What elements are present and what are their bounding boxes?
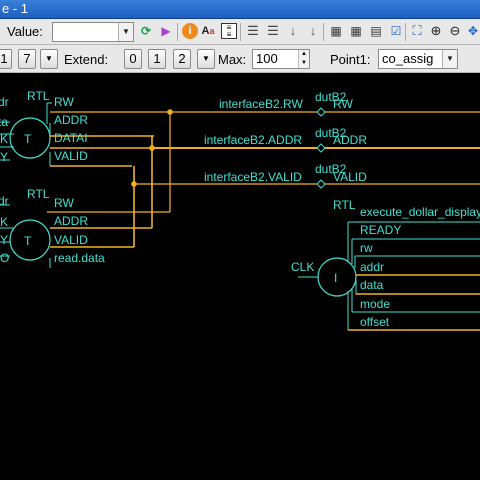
list-alt-icon[interactable]: ☰ — [265, 23, 281, 39]
inst1-port: RW — [54, 95, 74, 109]
window-title: e - 1 — [2, 1, 29, 16]
spin-arrows-icon[interactable]: ▲ ▼ — [298, 50, 309, 68]
inst3-rtl-label: RTL — [333, 198, 356, 212]
checkbox-icon[interactable]: ☑ — [388, 23, 404, 39]
zoom-out-icon[interactable]: ⊖ — [447, 23, 463, 39]
inst3-clk-label: CLK — [291, 260, 314, 274]
inst2-port: VALID — [54, 233, 88, 247]
dut-port-label: VALID — [333, 170, 367, 184]
max-value: 100 — [256, 51, 278, 66]
toolbar-separator — [323, 23, 324, 41]
window-titlebar: e - 1 — [0, 0, 480, 19]
list-icon[interactable]: ☰ — [245, 23, 261, 39]
extend-option-2[interactable]: 2 — [173, 49, 191, 69]
step-a-button[interactable]: 1 — [0, 49, 12, 69]
inst2-rtl-label: RTL — [27, 187, 50, 201]
inst2-port: ADDR — [54, 214, 88, 228]
grid-icon[interactable]: ▤ — [368, 23, 384, 39]
inst1-port: VALID — [54, 149, 88, 163]
chevron-down-icon[interactable]: ▼ — [118, 23, 133, 41]
extend-label: Extend: — [64, 52, 109, 67]
step-b-button[interactable]: 7 — [18, 49, 36, 69]
extend-option-0[interactable]: 0 — [124, 49, 142, 69]
toolbar-separator — [177, 23, 178, 41]
point1-value: co_assig — [382, 51, 434, 66]
inst3-port: addr — [360, 260, 384, 274]
inst2-cut-label: dr — [0, 194, 9, 208]
net-label: interfaceB2.VALID — [204, 170, 302, 184]
extend-option-1[interactable]: 1 — [148, 49, 166, 69]
inst1-port: ADDR — [54, 113, 88, 127]
value-combobox[interactable]: ▼ — [52, 22, 134, 42]
inst3-symbol: I — [334, 271, 337, 285]
inst1-cut-label: Y — [0, 150, 8, 164]
zoom-in-icon[interactable]: ⊕ — [428, 23, 444, 39]
inst1-symbol: T — [24, 132, 32, 146]
toolbar-trace: 1 7 ▼ Extend: 0 1 2 ▼ Max: 100 ▲ ▼ Point1… — [0, 45, 480, 73]
inst3-port: data — [360, 278, 384, 292]
grid-icon[interactable]: ▦ — [328, 23, 344, 39]
dut-port-label: RW — [333, 97, 353, 111]
move-icon[interactable]: ✥ — [465, 23, 480, 39]
inst1-cut-label: ta — [0, 115, 8, 129]
port-diamond — [316, 143, 326, 153]
max-spinbox[interactable]: 100 ▲ ▼ — [252, 49, 310, 69]
inst3-port: execute_dollar_display — [360, 205, 480, 219]
chevron-down-icon[interactable]: ▼ — [442, 50, 457, 68]
net-label: interfaceB2.ADDR — [204, 133, 302, 147]
document-icon[interactable]: ≡ ≡ — [221, 23, 237, 39]
inst1-rtl-label: RTL — [27, 89, 50, 103]
point1-combobox[interactable]: co_assig ▼ — [378, 49, 458, 69]
inst3-port: READY — [360, 223, 401, 237]
schematic-canvas[interactable]: RTL T dr ta K Y RW ADDR DATAI VALID RTL … — [0, 73, 480, 480]
inst1-cut-label: dr — [0, 95, 9, 109]
fit-view-icon[interactable]: ⛶ — [409, 23, 425, 39]
port-diamond — [316, 179, 326, 189]
toolbar-main: Value: ▼ ⟳ ▶ i Aa ≡ ≡ ☰ ☰ ↓ ↓ ▦ ▦ ▤ ☑ ⛶ ⊕… — [0, 19, 480, 45]
port-diamond — [316, 107, 326, 117]
max-label: Max: — [218, 52, 247, 67]
inst2-symbol: T — [24, 234, 32, 248]
chevron-down-icon[interactable]: ▼ — [40, 49, 58, 69]
point1-label: Point1: — [330, 52, 371, 67]
inst1-port: DATAI — [54, 131, 88, 145]
chevron-down-icon[interactable]: ▼ — [197, 49, 215, 69]
net-label: interfaceB2.RW — [219, 97, 303, 111]
inst3-port: mode — [360, 297, 390, 311]
dut-port-label: ADDR — [333, 133, 367, 147]
inst2-port: read.data — [54, 251, 105, 265]
down-arrow-alt-icon[interactable]: ↓ — [305, 23, 321, 39]
inst2-port: RW — [54, 196, 74, 210]
inst1-cut-label: K — [0, 132, 8, 146]
font-search-icon[interactable]: Aa — [200, 23, 216, 39]
toolbar-separator — [240, 23, 241, 41]
inst2-cut-label: O — [0, 251, 9, 265]
green-cycle-icon[interactable]: ⟳ — [138, 23, 154, 39]
purple-play-icon[interactable]: ▶ — [158, 23, 174, 39]
grid-icon[interactable]: ▦ — [348, 23, 364, 39]
inst3-port: offset — [360, 315, 390, 329]
info-icon[interactable]: i — [182, 23, 198, 39]
value-label: Value: — [7, 24, 43, 39]
inst3-port: rw — [360, 241, 373, 255]
inst2-cut-label: Y — [0, 233, 8, 247]
inst2-cut-label: K — [0, 215, 8, 229]
toolbar-separator — [405, 23, 406, 41]
down-arrow-icon[interactable]: ↓ — [285, 23, 301, 39]
